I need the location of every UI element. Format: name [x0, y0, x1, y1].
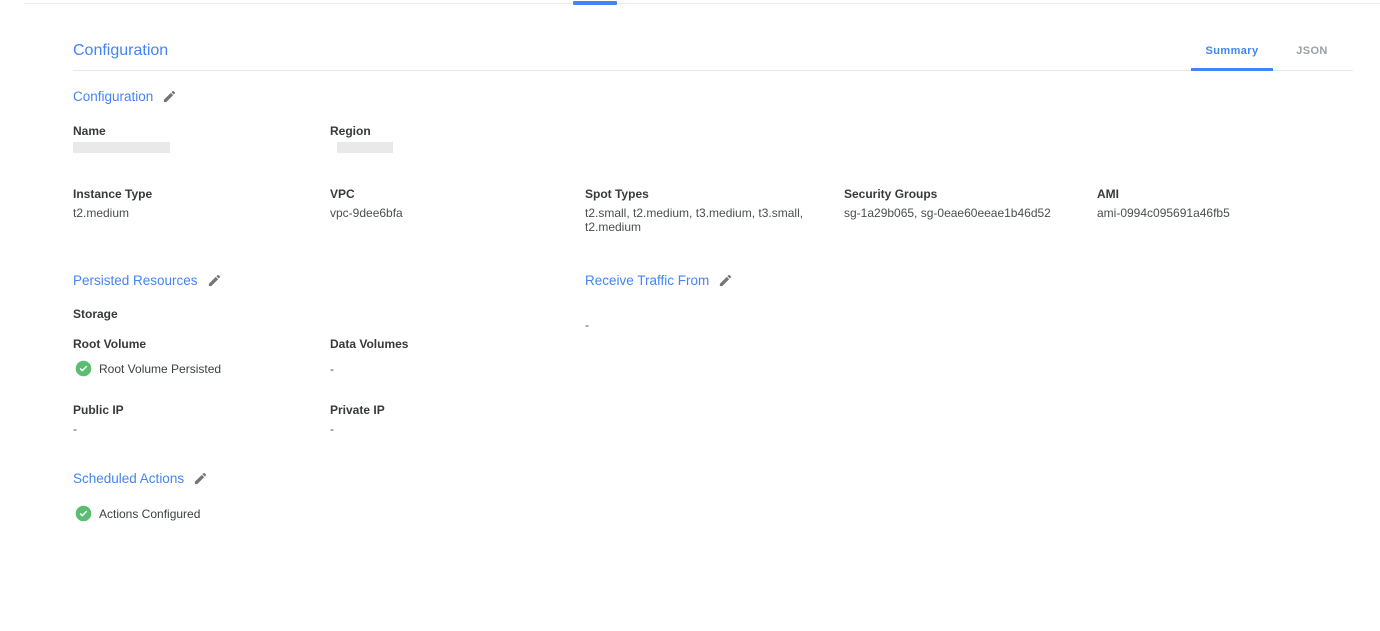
edit-configuration-icon[interactable]	[162, 89, 177, 104]
tab-summary[interactable]: Summary	[1191, 45, 1273, 57]
data-volumes-field-label: Data Volumes	[330, 337, 408, 351]
spot-types-field-value: t2.small, t2.medium, t3.medium, t3.small…	[585, 206, 817, 234]
page-title: Configuration	[73, 42, 168, 60]
root-volume-status-text: Root Volume Persisted	[99, 362, 221, 376]
active-tab-underline	[1191, 68, 1273, 71]
security-groups-field-label: Security Groups	[844, 187, 937, 201]
instance-type-field-value: t2.medium	[73, 206, 129, 220]
name-field-value-redacted	[73, 142, 170, 153]
vpc-field-value: vpc-9dee6bfa	[330, 206, 403, 220]
security-groups-field-value: sg-1a29b065, sg-0eae60eeae1b46d52	[844, 206, 1051, 220]
tab-json[interactable]: JSON	[1279, 45, 1345, 57]
top-tab-indicator	[573, 1, 617, 5]
data-volumes-field-value: -	[330, 362, 334, 376]
scheduled-actions-section-title-text: Scheduled Actions	[73, 471, 184, 486]
storage-group-label: Storage	[73, 307, 118, 321]
root-volume-status: Root Volume Persisted	[75, 360, 221, 377]
scheduled-actions-section-title: Scheduled Actions	[73, 471, 208, 486]
scheduled-actions-status-text: Actions Configured	[99, 507, 200, 521]
persisted-resources-section-title: Persisted Resources	[73, 273, 222, 288]
header-divider	[73, 70, 1353, 71]
scheduled-actions-status: Actions Configured	[75, 505, 200, 522]
check-circle-icon	[75, 360, 92, 377]
edit-receive-traffic-from-icon[interactable]	[718, 273, 733, 288]
spot-types-field-label: Spot Types	[585, 187, 649, 201]
private-ip-field-value: -	[330, 422, 334, 436]
persisted-resources-section-title-text: Persisted Resources	[73, 273, 198, 288]
check-circle-icon	[75, 505, 92, 522]
public-ip-field-label: Public IP	[73, 403, 124, 417]
top-tab-bar-divider	[24, 3, 1380, 4]
edit-persisted-resources-icon[interactable]	[207, 273, 222, 288]
configuration-section-title-text: Configuration	[73, 89, 153, 104]
ami-field-label: AMI	[1097, 187, 1119, 201]
receive-traffic-from-value: -	[585, 318, 589, 332]
name-field-label: Name	[73, 124, 106, 138]
vpc-field-label: VPC	[330, 187, 355, 201]
instance-type-field-label: Instance Type	[73, 187, 152, 201]
receive-traffic-from-section-title-text: Receive Traffic From	[585, 273, 709, 288]
region-field-label: Region	[330, 124, 371, 138]
private-ip-field-label: Private IP	[330, 403, 385, 417]
public-ip-field-value: -	[73, 422, 77, 436]
root-volume-field-label: Root Volume	[73, 337, 146, 351]
edit-scheduled-actions-icon[interactable]	[193, 471, 208, 486]
configuration-section-title: Configuration	[73, 89, 177, 104]
ami-field-value: ami-0994c095691a46fb5	[1097, 206, 1230, 220]
receive-traffic-from-section-title: Receive Traffic From	[585, 273, 733, 288]
region-field-value-redacted	[337, 142, 393, 153]
